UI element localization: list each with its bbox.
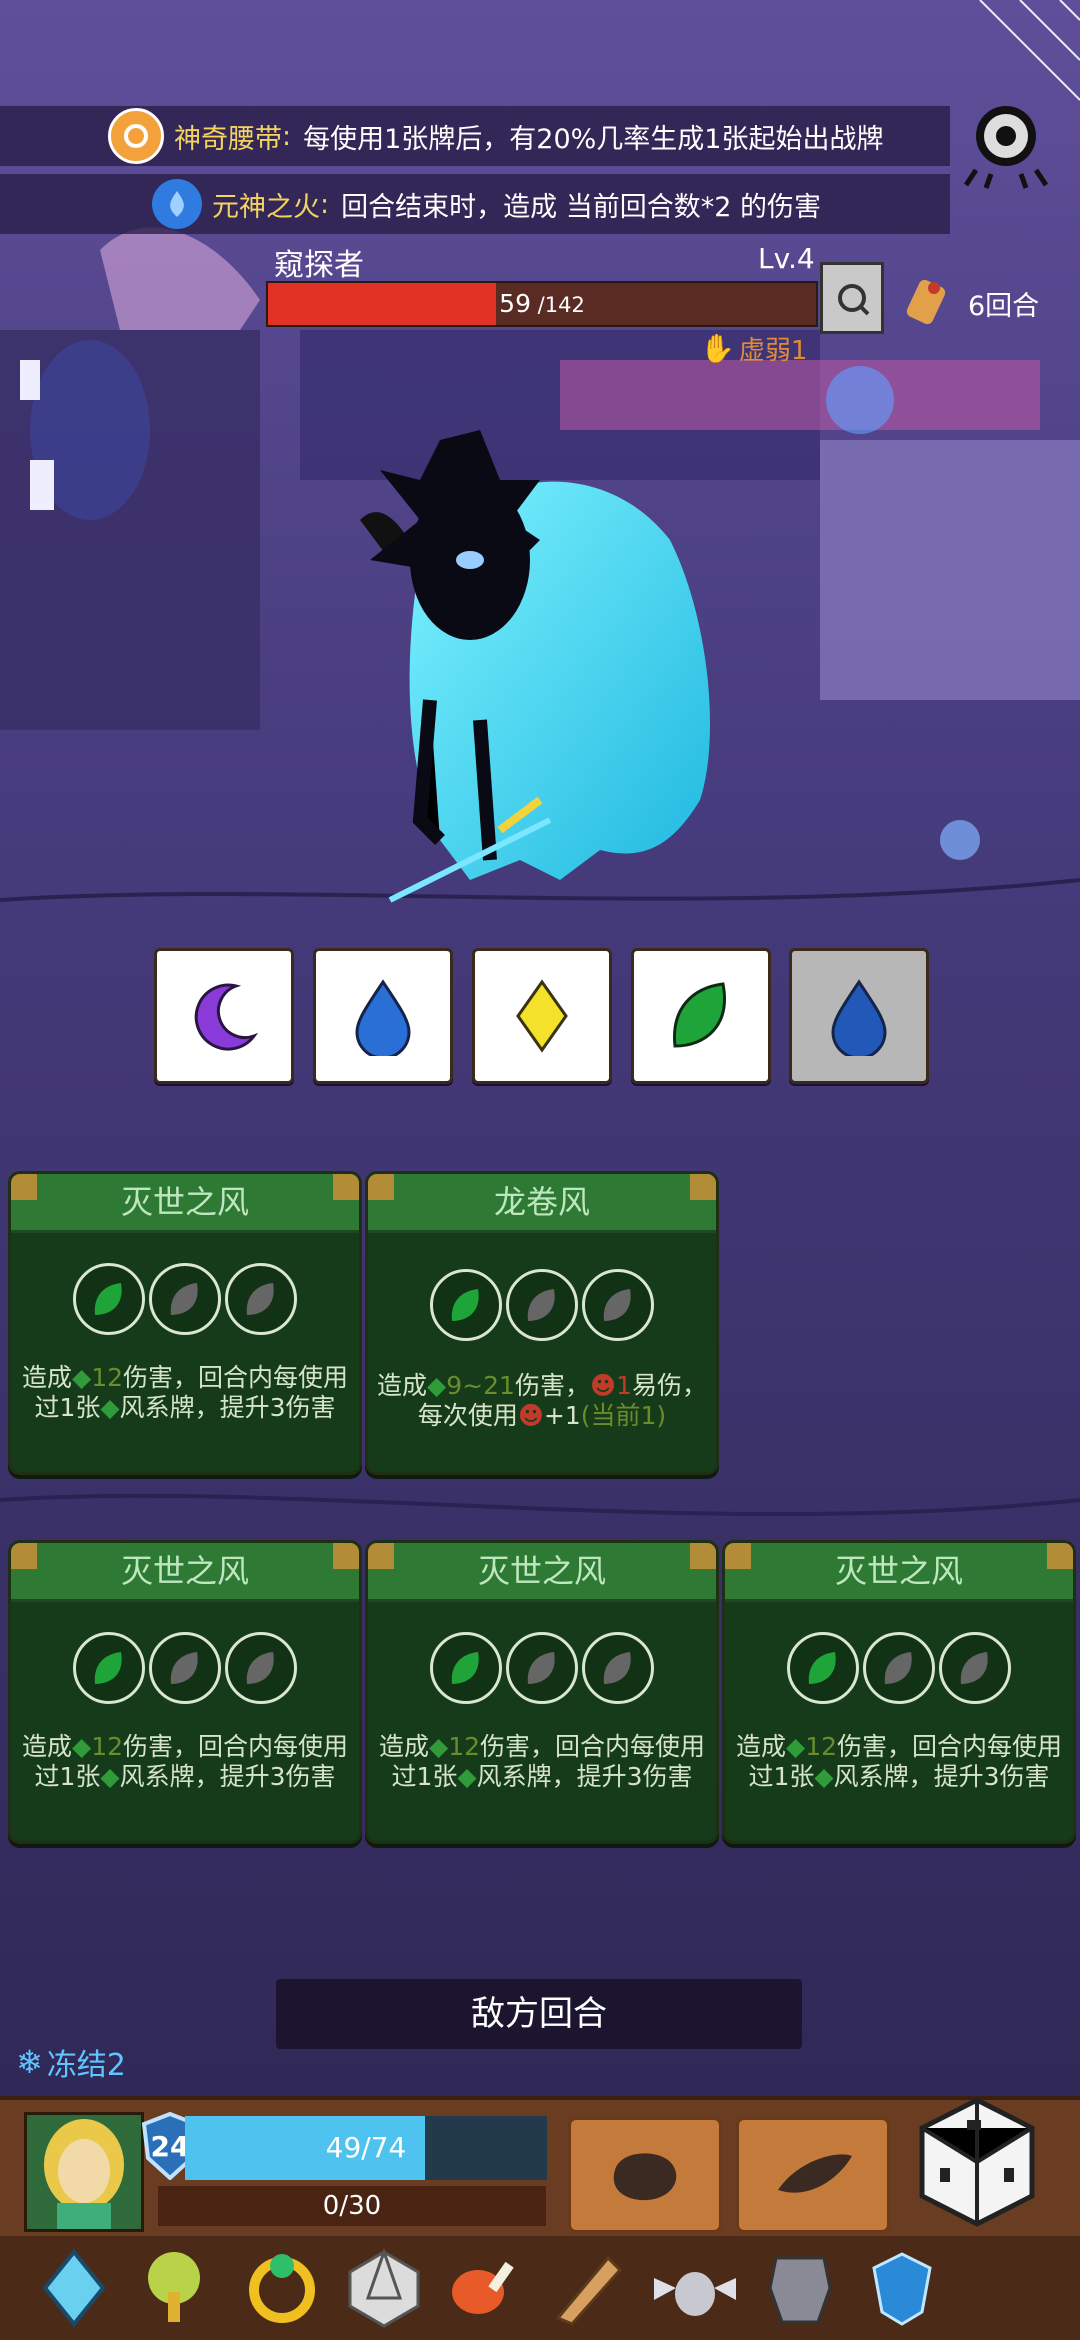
card-description: 造成◆12伤害，回合内每使用过1张◆风系牌，提升3伤害	[378, 1732, 706, 1791]
crystal-icon[interactable]	[30, 2244, 118, 2332]
belt-icon	[108, 108, 164, 164]
water-drop-icon	[355, 979, 411, 1056]
card-cost	[11, 1632, 359, 1704]
leaf-icon	[939, 1632, 1011, 1704]
enemy-hp-current: 59	[499, 289, 531, 318]
leaf-icon	[506, 1269, 578, 1341]
blue-flame-icon	[152, 179, 202, 229]
golden-tree-icon[interactable]	[130, 2244, 218, 2332]
leaf-icon	[73, 1632, 145, 1704]
action-slot-fist[interactable]	[568, 2117, 722, 2233]
relic-separator: :	[320, 188, 330, 220]
dice-icon	[919, 2097, 1035, 2227]
card-description: 造成◆12伤害，回合内每使用过1张◆风系牌，提升3伤害	[21, 1732, 349, 1791]
game-scene: 神奇腰带 : 每使用1张牌后，有20%几率生成1张起始出战牌 元神之火 : 回合…	[0, 0, 1080, 2340]
freeze-status[interactable]: ❄ 冻结2	[16, 2040, 126, 2084]
feather-claw-icon	[778, 2154, 852, 2193]
element-slot-leaf[interactable]	[631, 948, 771, 1084]
enemy-level: Lv.4	[758, 242, 815, 275]
card-world-wind[interactable]: 灭世之风 造成◆12伤害，回合内每使用过1张◆风系牌，提升3伤害	[722, 1540, 1076, 1844]
enemy-turn-button[interactable]: 敌方回合	[276, 1979, 802, 2049]
card-tornado[interactable]: 龙卷风 造成◆9~21伤害，☻1易伤，每次使用☻+1(当前1)	[365, 1171, 719, 1475]
snowflake-icon: ❄	[16, 2043, 43, 2081]
dice-button[interactable]	[912, 2092, 1042, 2232]
card-cost	[368, 1269, 716, 1341]
leaf-icon	[787, 1632, 859, 1704]
meat-icon[interactable]	[440, 2244, 528, 2332]
leaf-icon	[149, 1263, 221, 1335]
leaf-icon	[225, 1632, 297, 1704]
moon-icon	[194, 983, 259, 1051]
leaf-icon	[582, 1632, 654, 1704]
card-description: 造成◆12伤害，回合内每使用过1张◆风系牌，提升3伤害	[735, 1732, 1063, 1791]
player-hp-bar: 49/74	[185, 2116, 547, 2180]
energy-bar: 0/30	[158, 2186, 546, 2226]
enemy-intent-icon[interactable]	[820, 262, 884, 334]
card-description: 造成◆9~21伤害，☻1易伤，每次使用☻+1(当前1)	[377, 1371, 707, 1430]
turn-counter: 6回合	[968, 291, 1040, 322]
card-world-wind[interactable]: 灭世之风 造成◆12伤害，回合内每使用过1张◆风系牌，提升3伤害	[8, 1540, 362, 1844]
leaf-icon	[673, 982, 726, 1048]
leaf-icon	[582, 1269, 654, 1341]
relic-name: 元神之火	[212, 191, 320, 223]
enemy-name: 窥探者	[274, 248, 364, 283]
leaf-icon	[430, 1269, 502, 1341]
freeze-label: 冻结2	[46, 2048, 126, 2083]
leaf-icon	[430, 1632, 502, 1704]
leaf-icon	[225, 1263, 297, 1335]
card-world-wind[interactable]: 灭世之风 造成◆12伤害，回合内每使用过1张◆风系牌，提升3伤害	[8, 1171, 362, 1475]
relic-name: 神奇腰带	[174, 123, 282, 155]
weak-hand-icon: ✋	[700, 332, 735, 365]
enemy-status[interactable]: ✋ 虚弱1	[700, 330, 807, 367]
d20-dice-icon[interactable]	[340, 2244, 428, 2332]
card-description: 造成◆12伤害，回合内每使用过1张◆风系牌，提升3伤害	[21, 1363, 349, 1422]
enemy-status-label: 虚弱1	[738, 336, 808, 366]
relic-separator: :	[282, 120, 292, 152]
blue-gem-icon[interactable]	[858, 2244, 946, 2332]
card-cost	[725, 1632, 1073, 1704]
water-drop-icon	[831, 979, 887, 1056]
leaf-icon	[863, 1632, 935, 1704]
element-slot-diamond[interactable]	[472, 948, 612, 1084]
card-title: 灭世之风	[834, 1552, 963, 1590]
action-slot-feather[interactable]	[736, 2117, 890, 2233]
card-world-wind[interactable]: 灭世之风 造成◆12伤害，回合内每使用过1张◆风系牌，提升3伤害	[365, 1540, 719, 1844]
horn-icon[interactable]	[544, 2244, 632, 2332]
relic-banner-flame: 元神之火 : 回合结束时，造成 当前回合数*2 的伤害	[0, 174, 950, 234]
enemy-hp-bar: 59 /142	[266, 281, 818, 327]
card-cost	[368, 1632, 716, 1704]
winged-cup-icon[interactable]	[650, 2244, 738, 2332]
card-title: 灭世之风	[477, 1552, 606, 1590]
card-title: 龙卷风	[493, 1183, 590, 1221]
leaf-icon	[506, 1632, 578, 1704]
leaf-icon	[149, 1632, 221, 1704]
card-cost	[11, 1263, 359, 1335]
settings-gear-icon[interactable]	[956, 90, 1056, 190]
relic-description: 每使用1张牌后，有20%几率生成1张起始出战牌	[303, 123, 884, 155]
element-slot-water[interactable]	[313, 948, 453, 1084]
relic-banner-belt: 神奇腰带 : 每使用1张牌后，有20%几率生成1张起始出战牌	[0, 106, 950, 166]
relic-description: 回合结束时，造成 当前回合数*2 的伤害	[341, 191, 821, 223]
avatar[interactable]	[24, 2112, 144, 2232]
card-title: 灭世之风	[120, 1183, 249, 1221]
element-slot-moon[interactable]	[154, 948, 294, 1084]
element-slot-water-used[interactable]	[789, 948, 929, 1084]
gold-ring-icon[interactable]	[238, 2244, 326, 2332]
armor-icon[interactable]	[756, 2244, 844, 2332]
scroll-icon	[904, 272, 954, 328]
fist-icon	[613, 2153, 677, 2201]
enemy-hp-max: /142	[530, 293, 585, 317]
player-hp-text: 49/74	[325, 2131, 407, 2164]
leaf-icon	[73, 1263, 145, 1335]
diamond-icon	[516, 979, 568, 1053]
card-title: 灭世之风	[120, 1552, 249, 1590]
